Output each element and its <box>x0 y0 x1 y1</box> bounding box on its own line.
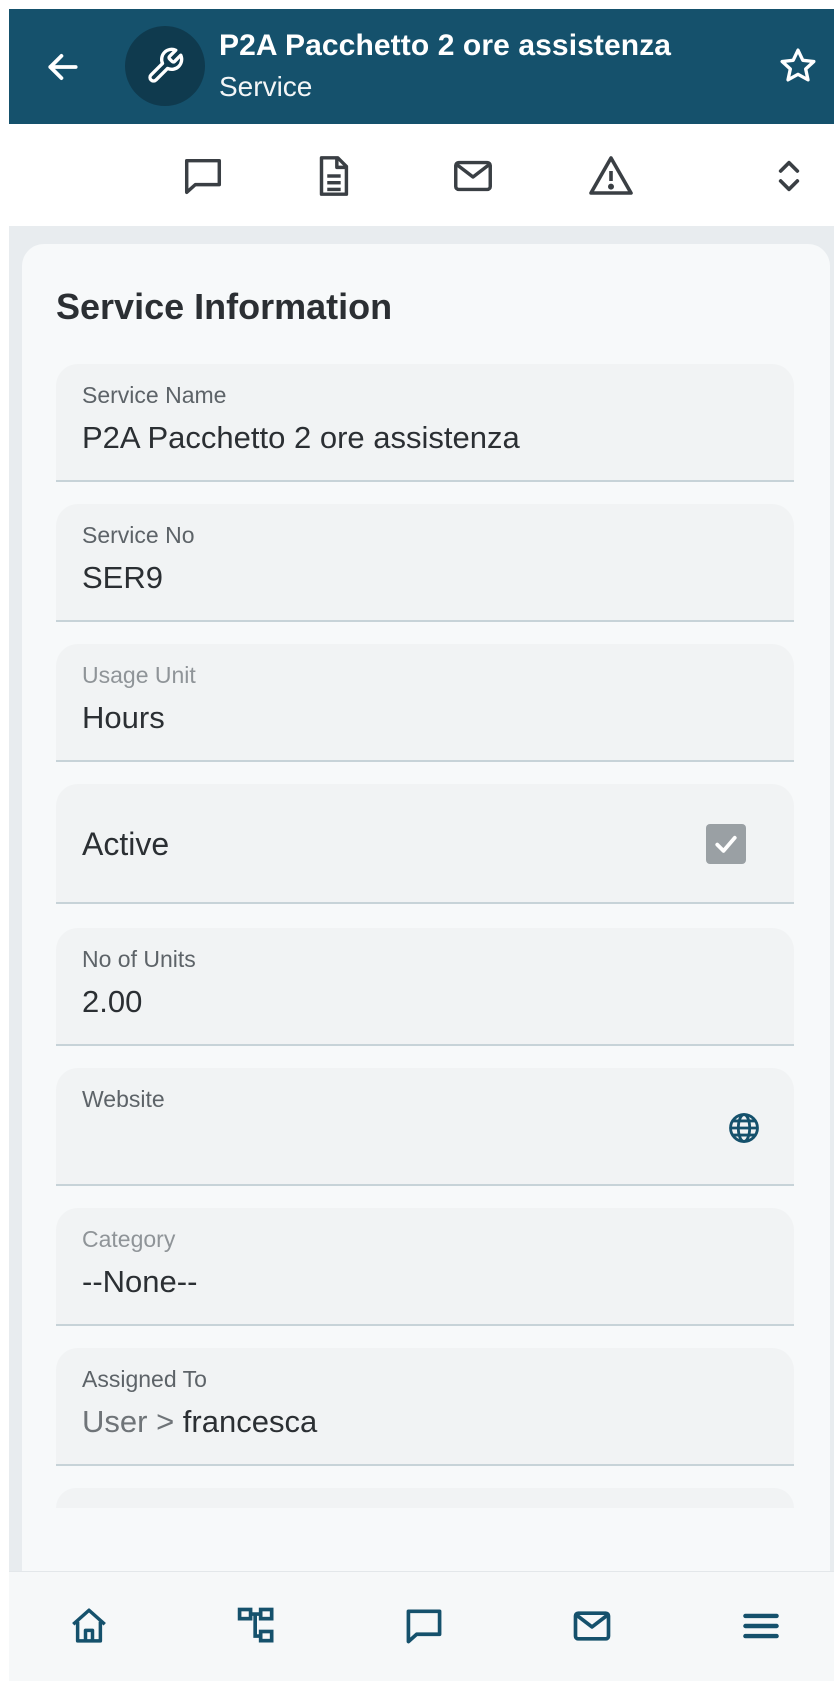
home-icon <box>72 1608 106 1643</box>
record-title: P2A Pacchetto 2 ore assistenza <box>219 29 672 62</box>
field-value: P2A Pacchetto 2 ore assistenza <box>82 420 520 455</box>
documents-button[interactable] <box>307 150 359 202</box>
field-label: Assigned To <box>82 1366 207 1392</box>
wrench-icon <box>148 47 184 83</box>
open-website-button[interactable] <box>724 1108 764 1148</box>
active-checkbox[interactable] <box>706 824 746 864</box>
active-field: Active <box>56 784 794 904</box>
nav-email[interactable] <box>562 1596 622 1656</box>
nav-comments[interactable] <box>394 1596 454 1656</box>
comment-icon <box>406 1609 442 1644</box>
email-icon <box>454 160 492 192</box>
email-button[interactable] <box>447 150 499 202</box>
nav-hierarchy[interactable] <box>227 1596 287 1656</box>
field-value: User > francesca <box>82 1404 317 1440</box>
favorite-button[interactable] <box>773 41 823 91</box>
field-value: --None-- <box>82 1264 198 1299</box>
no-of-units-field[interactable]: No of Units 2.00 <box>56 928 794 1046</box>
assigned-to-field[interactable]: Assigned To User > francesca <box>56 1348 794 1466</box>
website-field[interactable]: Website <box>56 1068 794 1186</box>
module-subtitle: Service <box>219 71 313 102</box>
menu-icon <box>743 1613 779 1639</box>
field-label: Usage Unit <box>82 662 196 688</box>
star-outline-icon <box>780 48 816 82</box>
field-value: SER9 <box>82 560 163 595</box>
field-value: Hours <box>82 700 165 735</box>
warning-icon <box>589 156 633 195</box>
back-button[interactable] <box>39 43 87 91</box>
expand-collapse-button[interactable] <box>763 150 815 202</box>
expand-collapse-icon <box>778 160 800 192</box>
nav-home[interactable] <box>59 1596 119 1656</box>
usage-unit-field[interactable]: Usage Unit Hours <box>56 644 794 762</box>
bottom-navigation <box>9 1571 834 1681</box>
category-field[interactable]: Category --None-- <box>56 1208 794 1326</box>
assigned-user-name: francesca <box>182 1404 318 1439</box>
email-icon <box>573 1611 611 1641</box>
field-label: Service No <box>82 522 195 548</box>
next-field-partial <box>56 1488 794 1508</box>
field-label: Service Name <box>82 382 227 408</box>
app-header: P2A Pacchetto 2 ore assistenza Service <box>9 9 834 124</box>
service-no-field[interactable]: Service No SER9 <box>56 504 794 622</box>
field-label: Active <box>82 826 170 862</box>
nav-menu[interactable] <box>731 1596 791 1656</box>
field-label: Category <box>82 1226 176 1252</box>
hierarchy-icon <box>237 1607 274 1643</box>
globe-icon <box>729 1113 759 1143</box>
action-toolbar <box>9 124 834 226</box>
service-information-card: Service Information Service Name P2A Pac… <box>22 244 830 1604</box>
field-value: 2.00 <box>82 984 143 1019</box>
field-label: No of Units <box>82 946 196 972</box>
comments-button[interactable] <box>177 150 229 202</box>
checkmark-icon <box>715 835 737 853</box>
assigned-type-prefix: User > <box>82 1404 175 1439</box>
section-title: Service Information <box>56 286 393 327</box>
arrow-left-icon <box>48 54 78 80</box>
field-label: Website <box>82 1086 165 1112</box>
service-name-field[interactable]: Service Name P2A Pacchetto 2 ore assiste… <box>56 364 794 482</box>
module-avatar <box>125 26 205 106</box>
issues-button[interactable] <box>585 150 637 202</box>
document-icon <box>319 156 349 196</box>
comment-icon <box>184 158 222 195</box>
